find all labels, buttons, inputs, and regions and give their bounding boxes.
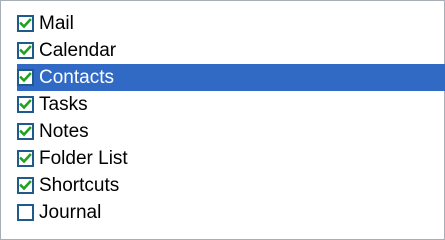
checkbox-shortcuts[interactable] [17, 177, 34, 194]
list-item-shortcuts[interactable]: Shortcuts [17, 172, 445, 199]
checkbox-tasks[interactable] [17, 96, 34, 113]
checkmark-icon [19, 153, 32, 164]
list-item-label: Journal [39, 202, 102, 223]
list-item-label: Calendar [39, 40, 117, 61]
list-item-contacts[interactable]: Contacts [17, 64, 445, 91]
list-item-folder-list[interactable]: Folder List [17, 145, 445, 172]
list-item-calendar[interactable]: Calendar [17, 37, 445, 64]
checkbox-notes[interactable] [17, 123, 34, 140]
checkbox-mail[interactable] [17, 15, 34, 32]
list-item-label: Notes [39, 121, 89, 142]
list-item-label: Tasks [39, 94, 88, 115]
list-item-label: Folder List [39, 148, 128, 169]
checkmark-icon [19, 45, 32, 56]
list-item-notes[interactable]: Notes [17, 118, 445, 145]
list-item-mail[interactable]: Mail [17, 10, 445, 37]
list-item-journal[interactable]: Journal [17, 199, 445, 226]
checkmark-icon [19, 99, 32, 110]
checkmark-icon [19, 126, 32, 137]
checkbox-journal[interactable] [17, 204, 34, 221]
navigation-options-list[interactable]: Mail Calendar Contacts Tasks Notes Folde… [0, 0, 445, 240]
list-item-label: Shortcuts [39, 175, 120, 196]
list-item-label: Contacts [39, 67, 114, 88]
checkbox-calendar[interactable] [17, 42, 34, 59]
list-item-tasks[interactable]: Tasks [17, 91, 445, 118]
checkbox-folder-list[interactable] [17, 150, 34, 167]
list-item-label: Mail [39, 13, 74, 34]
checkmark-icon [19, 18, 32, 29]
checkmark-icon [19, 72, 32, 83]
checkbox-contacts[interactable] [17, 69, 34, 86]
checkmark-icon [19, 180, 32, 191]
